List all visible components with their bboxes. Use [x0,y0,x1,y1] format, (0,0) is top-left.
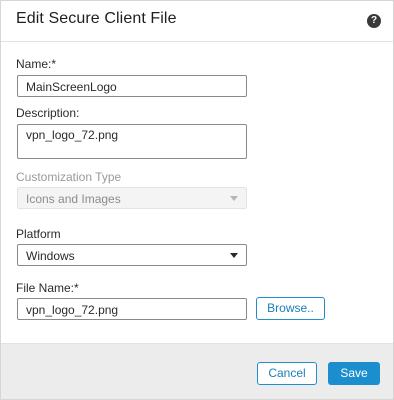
platform-select[interactable]: Windows [17,244,247,266]
file-name-input[interactable]: vpn_logo_72.png [17,298,247,320]
platform-value: Windows [26,249,75,263]
dialog-header: Edit Secure Client File ? [1,1,393,42]
browse-button[interactable]: Browse.. [256,297,325,320]
edit-secure-client-file-dialog: Edit Secure Client File ? Name:* MainScr… [0,0,394,400]
chevron-down-icon [230,253,238,258]
dialog-footer: Cancel Save [1,343,393,399]
customization-type-value: Icons and Images [26,192,121,206]
file-name-label: File Name:* [16,281,79,295]
name-label: Name:* [16,57,57,71]
customization-type-label: Customization Type [16,170,122,184]
platform-label: Platform [16,227,61,241]
customization-type-select: Icons and Images [17,187,247,209]
description-textarea[interactable]: vpn_logo_72.png [17,124,247,159]
name-input[interactable]: MainScreenLogo [17,75,247,97]
help-icon[interactable]: ? [367,14,381,28]
cancel-button[interactable]: Cancel [257,362,317,385]
chevron-down-icon [230,196,238,201]
dialog-title: Edit Secure Client File [16,10,177,27]
save-button[interactable]: Save [328,362,380,385]
description-label: Description: [16,106,80,120]
